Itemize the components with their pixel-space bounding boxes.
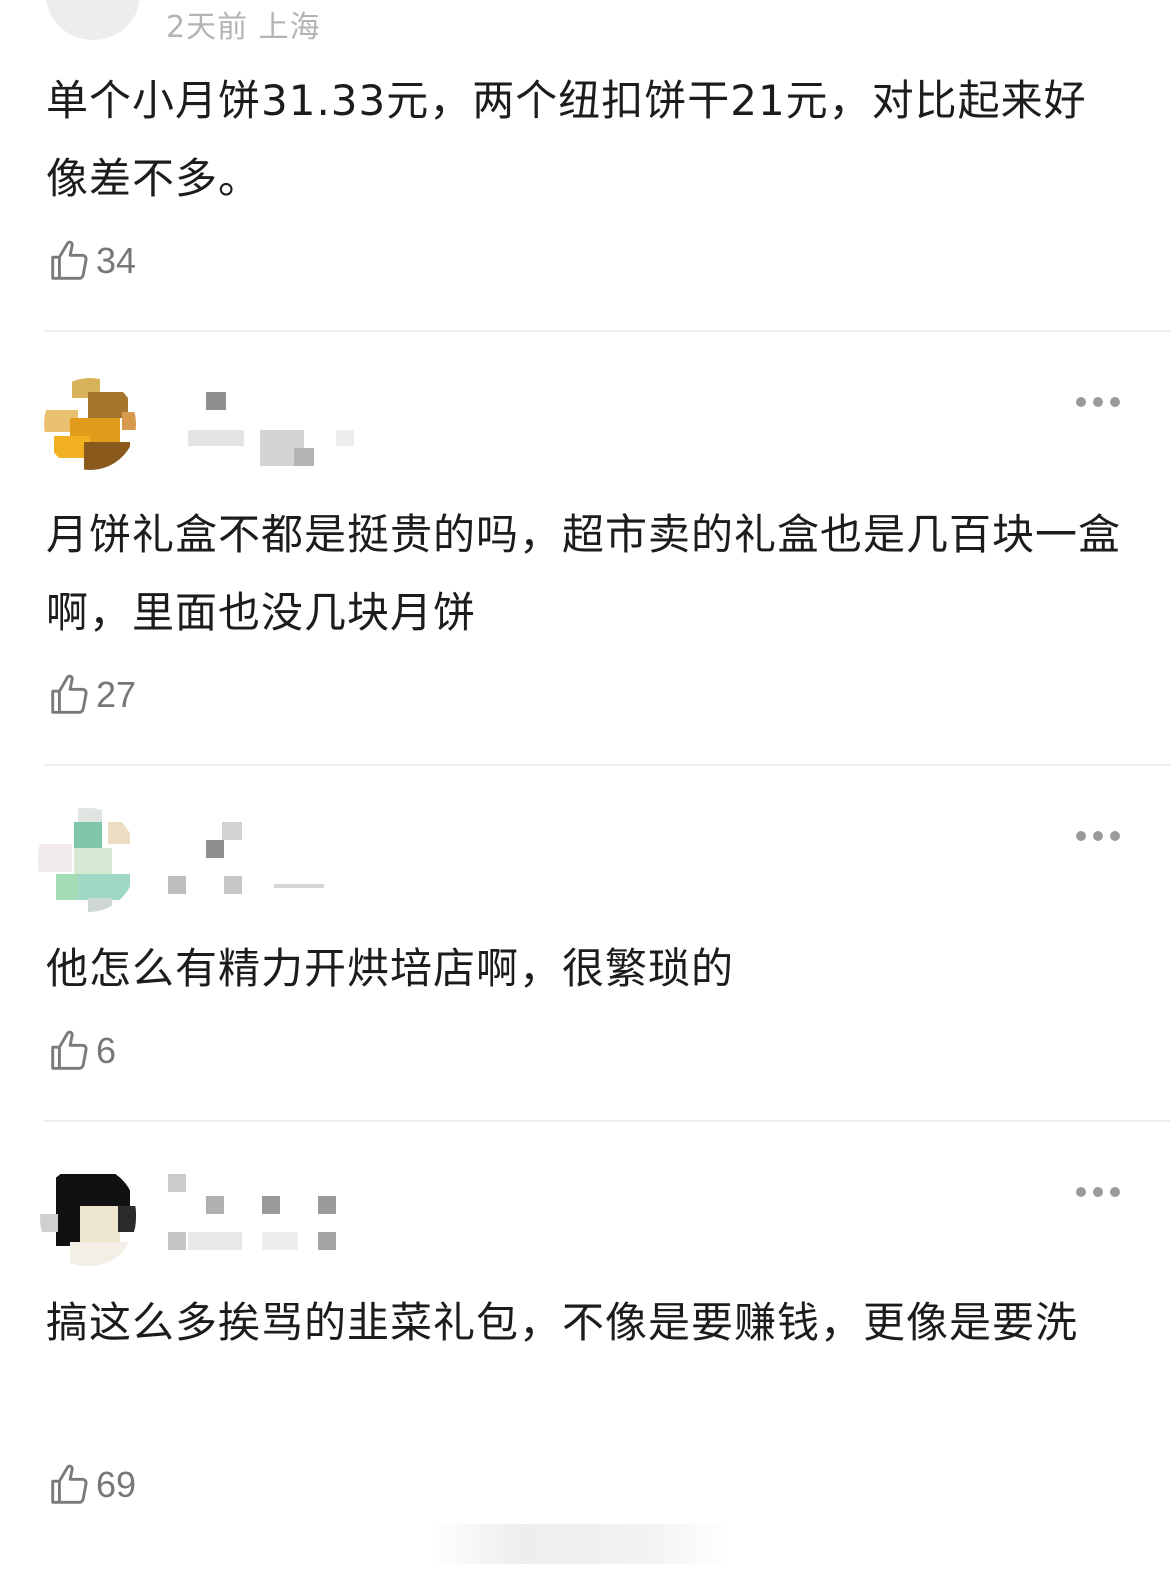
avatar[interactable] [40, 1166, 136, 1266]
avatar[interactable] [38, 808, 136, 912]
like-button[interactable]: 34 [46, 238, 136, 284]
avatar[interactable] [44, 378, 136, 470]
like-count: 6 [96, 1030, 117, 1071]
like-button[interactable]: 69 [46, 1462, 136, 1508]
more-dots-icon [1076, 1187, 1086, 1197]
like-button[interactable]: 6 [46, 1028, 116, 1074]
watermark-blur [430, 1524, 730, 1564]
divider [44, 1120, 1170, 1122]
username-blur [166, 1170, 356, 1254]
comment-text: 月饼礼盒不都是挺贵的吗，超市卖的礼盒也是几百块一盒啊，里面也没几块月饼 [46, 510, 1122, 637]
more-dots-icon [1076, 831, 1086, 841]
avatar[interactable] [46, 0, 140, 40]
more-dots-icon [1076, 397, 1086, 407]
comment-text: 搞这么多挨骂的韭菜礼包，不像是要赚钱，更像是要洗 [46, 1298, 1079, 1347]
thumbs-up-icon [51, 1030, 88, 1070]
more-options-button[interactable] [1076, 826, 1120, 846]
like-button[interactable]: 27 [46, 672, 136, 718]
like-count: 69 [96, 1464, 137, 1505]
like-count: 34 [96, 240, 137, 281]
comment-text: 单个小月饼31.33元，两个纽扣饼干21元，对比起来好像差不多。 [46, 76, 1087, 203]
more-options-button[interactable] [1076, 392, 1120, 412]
more-options-button[interactable] [1076, 1182, 1120, 1202]
username-blur [184, 390, 364, 470]
thumbs-up-icon [51, 674, 88, 714]
comment-text: 他怎么有精力开烘培店啊，很繁琐的 [46, 944, 735, 993]
thumbs-up-icon [51, 1464, 88, 1504]
divider [44, 330, 1170, 332]
divider [44, 764, 1170, 766]
username-blur [166, 822, 336, 902]
like-count: 27 [96, 674, 137, 715]
comment-meta: 2天前 上海 [166, 10, 321, 45]
thumbs-up-icon [51, 240, 88, 280]
